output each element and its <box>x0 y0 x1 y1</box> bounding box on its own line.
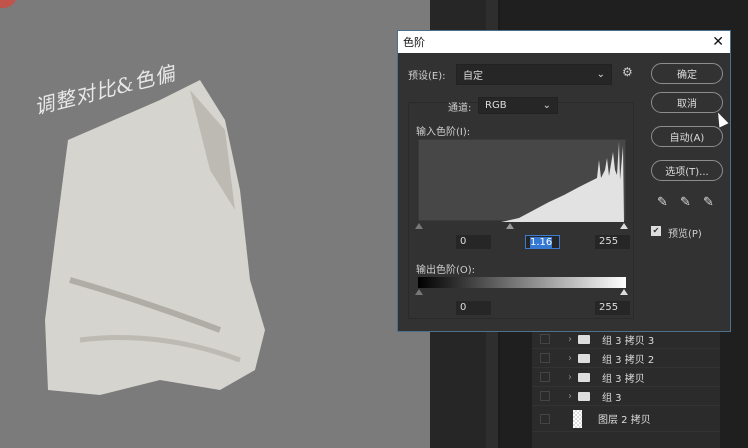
close-icon[interactable]: ✕ <box>712 34 724 50</box>
preview-checkbox[interactable]: ✔ <box>651 226 661 236</box>
visibility-toggle[interactable] <box>540 391 550 401</box>
chevron-right-icon[interactable]: › <box>568 353 578 364</box>
folder-icon <box>578 372 590 382</box>
black-eyedropper-icon[interactable]: ✎ <box>657 195 668 210</box>
dialog-titlebar[interactable]: 色阶 ✕ <box>398 31 730 53</box>
layer-row[interactable]: › 组 3 拷贝 2 <box>532 349 720 368</box>
channel-label: 通道: <box>448 103 472 114</box>
output-gradient <box>418 277 626 288</box>
output-white-slider[interactable] <box>620 289 628 295</box>
ok-button[interactable]: 确定 <box>651 63 723 84</box>
input-white-field[interactable]: 255 <box>595 235 630 249</box>
histogram <box>418 139 626 222</box>
output-levels-label: 输出色阶(O): <box>416 265 476 276</box>
visibility-toggle[interactable] <box>540 353 550 363</box>
chevron-down-icon: ⌄ <box>542 100 551 111</box>
visibility-toggle[interactable] <box>540 334 550 344</box>
levels-dialog: 色阶 ✕ 预设(E): 自定 ⌄ ⚙ 确定 取消 自动(A) 选项(T)... ✎… <box>397 30 731 332</box>
input-gamma-slider[interactable] <box>506 223 514 229</box>
channel-select[interactable]: RGB ⌄ <box>478 97 558 114</box>
output-black-field[interactable]: 0 <box>456 301 491 315</box>
chevron-right-icon[interactable]: › <box>568 391 578 402</box>
preset-select[interactable]: 自定 ⌄ <box>456 64 612 85</box>
layer-row[interactable]: › 组 3 拷贝 3 <box>532 330 720 349</box>
layer-row[interactable]: 图层 2 拷贝 <box>532 406 720 432</box>
input-black-slider[interactable] <box>415 223 423 229</box>
red-mark <box>0 0 16 8</box>
auto-button[interactable]: 自动(A) <box>651 126 723 147</box>
folder-icon <box>578 353 590 363</box>
folder-icon <box>578 334 590 344</box>
dialog-title: 色阶 <box>403 36 425 49</box>
document-canvas[interactable]: 调整对比&色偏 <box>0 0 430 448</box>
gear-icon[interactable]: ⚙ <box>622 65 633 79</box>
input-black-field[interactable]: 0 <box>456 235 491 249</box>
chevron-right-icon[interactable]: › <box>568 334 578 345</box>
preset-label: 预设(E): <box>408 71 446 82</box>
input-levels-label: 输入色阶(I): <box>416 127 471 138</box>
gray-eyedropper-icon[interactable]: ✎ <box>680 195 691 210</box>
shirt-image <box>45 80 265 395</box>
cancel-button[interactable]: 取消 <box>651 92 723 113</box>
white-eyedropper-icon[interactable]: ✎ <box>703 195 714 210</box>
chevron-down-icon: ⌄ <box>596 69 605 80</box>
layer-thumbnail <box>573 409 582 428</box>
chevron-right-icon[interactable]: › <box>568 372 578 383</box>
layer-row[interactable]: › 组 3 <box>532 387 720 406</box>
output-black-slider[interactable] <box>415 289 423 295</box>
options-button[interactable]: 选项(T)... <box>651 160 723 181</box>
folder-icon <box>578 391 590 401</box>
layers-panel: › 组 3 拷贝 3 › 组 3 拷贝 2 › 组 3 拷贝 › 组 3 图层 2 拷贝 <box>532 330 720 448</box>
visibility-toggle[interactable] <box>540 413 550 424</box>
preview-label: 预览(P) <box>668 229 702 240</box>
visibility-toggle[interactable] <box>540 372 550 382</box>
output-white-field[interactable]: 255 <box>595 301 630 315</box>
input-gamma-field[interactable]: 1.16 <box>525 235 560 249</box>
layer-row[interactable]: › 组 3 拷贝 <box>532 368 720 387</box>
input-white-slider[interactable] <box>620 223 628 229</box>
